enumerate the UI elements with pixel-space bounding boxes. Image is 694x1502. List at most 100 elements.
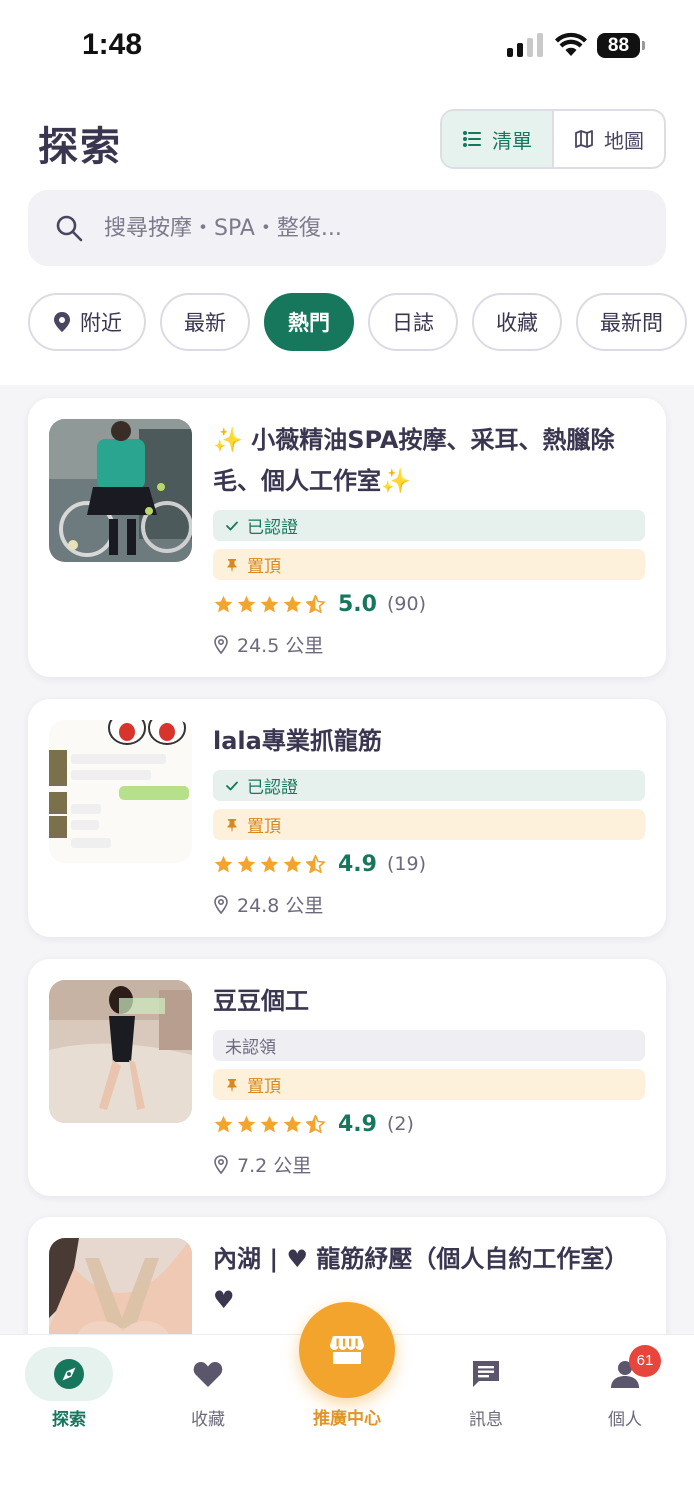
star-rating (213, 1114, 326, 1135)
search-input[interactable] (104, 215, 604, 241)
tab-profile[interactable]: 個人 (570, 1347, 680, 1430)
distance-row: 24.8 公里 (213, 890, 645, 918)
signal-icon (507, 33, 543, 57)
location-pin-icon (214, 634, 228, 654)
chip-label: 附近 (80, 311, 122, 335)
distance-value: 24.5 公里 (237, 634, 324, 657)
star-icon (283, 595, 302, 612)
status-time: 1:48 (82, 28, 143, 61)
map-view-label: 地圖 (604, 128, 644, 153)
rating-row: 4.9 (2) (213, 1110, 645, 1138)
review-count: (90) (386, 593, 426, 615)
star-icon (214, 855, 233, 872)
rating-row: 5.0 (90) (213, 590, 645, 618)
pinned-badge: 置頂 (213, 809, 645, 840)
chip-latest[interactable]: 最新 (160, 293, 250, 351)
listing-title: ✨ 小薇精油SPA按摩、采耳、熱臘除毛、個人工作室✨ (213, 426, 615, 495)
list-view-label: 清單 (492, 128, 532, 153)
chip-nearby[interactable]: 附近 (28, 293, 146, 351)
star-icon (260, 855, 279, 872)
page-title: 探索 (38, 124, 122, 170)
pin-icon (227, 558, 237, 571)
listing-card[interactable]: ✨ 小薇精油SPA按摩、采耳、熱臘除毛、個人工作室✨ 已認證 置頂 5.0 (9… (28, 398, 666, 677)
chip-label: 熱門 (288, 311, 330, 335)
tab-favorites[interactable]: 收藏 (153, 1347, 263, 1430)
search-icon (56, 215, 83, 242)
battery-level: 88 (597, 33, 640, 58)
tab-label: 訊息 (469, 1410, 503, 1430)
checkmark-icon (226, 521, 238, 530)
pinned-label: 置頂 (247, 817, 281, 837)
pinned-badge: 置頂 (213, 549, 645, 580)
map-icon (575, 130, 593, 148)
battery-icon: 88 (597, 33, 645, 58)
location-pin-icon (214, 894, 228, 914)
star-icon (283, 855, 302, 872)
tab-label: 個人 (608, 1410, 642, 1430)
chip-journal[interactable]: 日誌 (368, 293, 458, 351)
review-count: (19) (386, 853, 426, 875)
chip-label: 日誌 (392, 311, 434, 335)
star-icon (260, 1115, 279, 1132)
rating-row: 4.9 (19) (213, 850, 645, 878)
rating-score: 4.9 (338, 851, 377, 877)
location-pin-icon (54, 312, 70, 332)
verified-badge: 已認證 (213, 510, 645, 541)
distance-row: 24.5 公里 (213, 630, 645, 658)
distance-value: 24.8 公里 (237, 894, 324, 917)
rating-score: 5.0 (338, 591, 377, 617)
tab-explore[interactable]: 探索 (14, 1347, 124, 1430)
listing-title: 豆豆個工 (213, 987, 309, 1015)
chip-latest-questions[interactable]: 最新問 (576, 293, 687, 351)
pinned-label: 置頂 (247, 1077, 281, 1097)
promo-center-label: 推廣中心 (313, 1409, 381, 1429)
star-icon (237, 595, 256, 612)
star-icon (260, 595, 279, 612)
half-star-icon (305, 594, 326, 613)
rating-score: 4.9 (338, 1111, 377, 1137)
chat-icon (473, 1361, 499, 1387)
listing-card[interactable]: lala專業抓龍筋 已認證 置頂 4.9 (19) 24.8 公里 (28, 699, 666, 937)
star-rating (213, 594, 326, 615)
chip-popular[interactable]: 熱門 (264, 293, 354, 351)
review-count: (2) (386, 1113, 414, 1135)
star-icon (237, 855, 256, 872)
map-view-button[interactable]: 地圖 (554, 111, 664, 167)
listing-photo (49, 980, 192, 1123)
star-icon (237, 1115, 256, 1132)
star-icon (283, 1115, 302, 1132)
heart-icon (193, 1362, 223, 1387)
verified-badge: 已認證 (213, 770, 645, 801)
listing-photo (49, 720, 192, 863)
tab-messages[interactable]: 訊息 (431, 1347, 541, 1430)
storefront-icon (330, 1336, 364, 1364)
unclaimed-badge: 未認領 (213, 1030, 645, 1061)
list-view-button[interactable]: 清單 (442, 111, 554, 167)
pin-icon (227, 1078, 237, 1091)
verified-label: 已認證 (247, 518, 298, 538)
promo-center-button[interactable] (299, 1302, 395, 1398)
pinned-label: 置頂 (247, 557, 281, 577)
filter-chips: 附近 最新 熱門 日誌 收藏 最新問 (28, 293, 694, 353)
star-icon (214, 1115, 233, 1132)
listing-title: lala專業抓龍筋 (213, 727, 382, 755)
chip-favorites[interactable]: 收藏 (472, 293, 562, 351)
listing-card[interactable]: 豆豆個工 未認領 置頂 4.9 (2) 7.2 公里 (28, 959, 666, 1196)
wifi-icon (555, 32, 587, 56)
status-bar: 1:48 88 (0, 0, 694, 92)
listing-title: 內湖 | ♥ 龍筋紓壓（個人自約工作室）♥ (213, 1245, 629, 1314)
compass-icon (54, 1359, 84, 1389)
chip-label: 收藏 (496, 311, 538, 335)
chip-label: 最新 (184, 311, 226, 335)
location-pin-icon (214, 1154, 228, 1174)
listing-photo (49, 419, 192, 562)
tab-label: 收藏 (191, 1410, 225, 1430)
star-rating (213, 854, 326, 875)
chip-label: 最新問 (600, 311, 663, 335)
pinned-badge: 置頂 (213, 1069, 645, 1100)
pin-icon (227, 818, 237, 831)
half-star-icon (305, 854, 326, 873)
checkmark-icon (226, 781, 238, 790)
notification-badge: 61 (629, 1345, 661, 1377)
verified-label: 已認證 (247, 778, 298, 798)
